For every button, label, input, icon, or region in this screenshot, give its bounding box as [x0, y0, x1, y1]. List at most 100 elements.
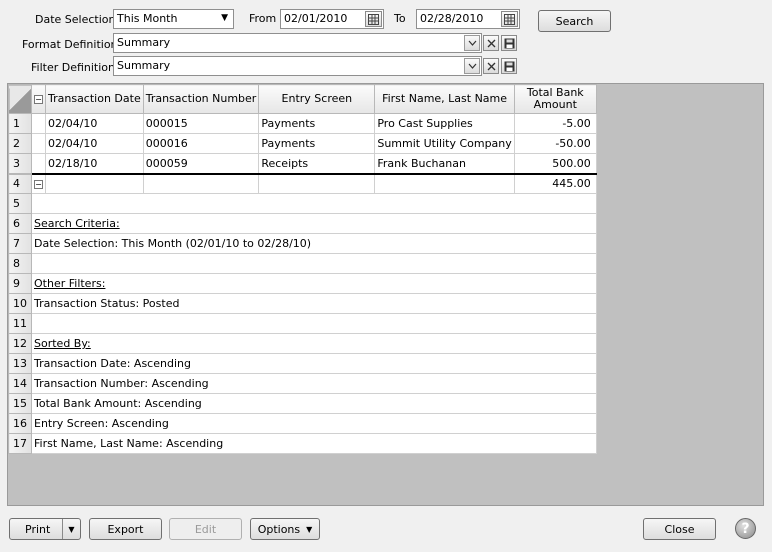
total-empty-cell[interactable]	[142, 172, 260, 194]
cell-name[interactable]: Summit Utility Company	[374, 133, 515, 154]
row-number[interactable]: 11	[8, 313, 32, 334]
header-transaction-number[interactable]: Transaction Number	[142, 84, 260, 114]
close-icon[interactable]	[483, 58, 499, 74]
help-icon[interactable]: ?	[735, 518, 756, 539]
row-number[interactable]: 17	[8, 433, 32, 454]
total-row[interactable]: 4 − 445.00	[8, 172, 597, 194]
cell-entry-screen[interactable]: Receipts	[258, 153, 376, 174]
options-button[interactable]: Options ▼	[250, 518, 320, 540]
table-row[interactable]: 1 02/04/10 000015 Payments Pro Cast Supp…	[8, 113, 597, 134]
info-row[interactable]: 17 First Name, Last Name: Ascending	[8, 433, 597, 454]
info-row[interactable]: 7 Date Selection: This Month (02/01/10 t…	[8, 233, 597, 254]
info-row[interactable]: 10 Transaction Status: Posted	[8, 293, 597, 314]
row-number[interactable]: 16	[8, 413, 32, 434]
edit-button[interactable]: Edit	[169, 518, 242, 540]
info-row[interactable]: 16 Entry Screen: Ascending	[8, 413, 597, 434]
cell-name[interactable]: Pro Cast Supplies	[374, 113, 515, 134]
info-cell[interactable]: Entry Screen: Ascending	[31, 413, 597, 434]
cell-total-bank-amount[interactable]: -50.00	[513, 133, 597, 154]
cell-transaction-date[interactable]: 02/04/10	[45, 133, 144, 154]
info-cell[interactable]: Total Bank Amount: Ascending	[31, 393, 597, 414]
info-row[interactable]: 8	[8, 253, 597, 274]
calendar-icon[interactable]	[365, 11, 382, 27]
chevron-down-icon[interactable]	[464, 58, 480, 74]
info-row[interactable]: 11	[8, 313, 597, 334]
other-filters-heading[interactable]: Other Filters:	[31, 273, 597, 294]
info-row[interactable]: 14 Transaction Number: Ascending	[8, 373, 597, 394]
row-number[interactable]: 6	[8, 213, 32, 234]
info-row[interactable]: 6 Search Criteria:	[8, 213, 597, 234]
info-cell[interactable]	[31, 313, 597, 334]
table-row[interactable]: 3 02/18/10 000059 Receipts Frank Buchana…	[8, 153, 597, 174]
minus-icon[interactable]: −	[31, 172, 46, 194]
grid-corner[interactable]	[8, 84, 32, 114]
header-first-last-name[interactable]: First Name, Last Name	[374, 84, 515, 114]
export-button[interactable]: Export	[89, 518, 162, 540]
row-number[interactable]: 1	[8, 113, 32, 134]
row-number[interactable]: 10	[8, 293, 32, 314]
row-number[interactable]: 15	[8, 393, 32, 414]
row-number[interactable]: 9	[8, 273, 32, 294]
total-empty-cell[interactable]	[374, 172, 515, 194]
format-definition-select[interactable]: Summary	[113, 33, 482, 53]
cell-transaction-number[interactable]: 000016	[142, 133, 260, 154]
info-cell[interactable]: Transaction Number: Ascending	[31, 373, 597, 394]
header-entry-screen[interactable]: Entry Screen	[258, 84, 376, 114]
total-empty-cell[interactable]	[45, 172, 144, 194]
cell-entry-screen[interactable]: Payments	[258, 133, 376, 154]
row-number[interactable]: 3	[8, 153, 32, 174]
row-number[interactable]: 8	[8, 253, 32, 274]
row-number[interactable]: 13	[8, 353, 32, 374]
table-row[interactable]: 2 02/04/10 000016 Payments Summit Utilit…	[8, 133, 597, 154]
chevron-down-icon[interactable]: ▼	[221, 13, 228, 23]
header-total-bank-amount[interactable]: Total Bank Amount	[513, 84, 597, 114]
info-cell[interactable]: Transaction Date: Ascending	[31, 353, 597, 374]
format-definition-label: Format Definition	[22, 38, 118, 51]
close-icon[interactable]	[483, 35, 499, 51]
calendar-icon[interactable]	[501, 11, 518, 27]
cell-name[interactable]: Frank Buchanan	[374, 153, 515, 174]
cell-total-bank-amount[interactable]: -5.00	[513, 113, 597, 134]
row-number[interactable]: 14	[8, 373, 32, 394]
total-empty-cell[interactable]	[258, 172, 376, 194]
print-label: Print	[25, 522, 51, 536]
indent-cell	[31, 113, 46, 134]
info-cell[interactable]: Date Selection: This Month (02/01/10 to …	[31, 233, 597, 254]
info-cell[interactable]: Transaction Status: Posted	[31, 293, 597, 314]
close-button[interactable]: Close	[643, 518, 716, 540]
to-date-field[interactable]: 02/28/2010	[416, 9, 520, 29]
info-row[interactable]: 13 Transaction Date: Ascending	[8, 353, 597, 374]
header-transaction-date[interactable]: Transaction Date	[45, 84, 144, 114]
info-cell[interactable]	[31, 253, 597, 274]
cell-total-bank-amount[interactable]: 500.00	[513, 153, 597, 174]
row-number[interactable]: 7	[8, 233, 32, 254]
save-icon[interactable]	[501, 35, 517, 51]
info-row[interactable]: 9 Other Filters:	[8, 273, 597, 294]
row-number[interactable]: 12	[8, 333, 32, 354]
sorted-by-heading[interactable]: Sorted By:	[31, 333, 597, 354]
total-bank-amount-sum[interactable]: 445.00	[513, 172, 597, 194]
save-icon[interactable]	[501, 58, 517, 74]
cell-transaction-number[interactable]: 000059	[142, 153, 260, 174]
cell-transaction-date[interactable]: 02/18/10	[45, 153, 144, 174]
cell-entry-screen[interactable]: Payments	[258, 113, 376, 134]
minus-icon[interactable]: −	[31, 84, 46, 114]
info-row[interactable]: 15 Total Bank Amount: Ascending	[8, 393, 597, 414]
date-selection-select[interactable]: This Month ▼	[113, 9, 234, 29]
from-date-field[interactable]: 02/01/2010	[280, 9, 384, 29]
chevron-down-icon[interactable]: ▼	[62, 519, 80, 539]
chevron-down-icon[interactable]	[464, 35, 480, 51]
row-number[interactable]: 2	[8, 133, 32, 154]
search-criteria-heading[interactable]: Search Criteria:	[31, 213, 597, 234]
cell-transaction-date[interactable]: 02/04/10	[45, 113, 144, 134]
cell-transaction-number[interactable]: 000015	[142, 113, 260, 134]
row-number[interactable]: 4	[8, 172, 32, 194]
print-button[interactable]: Print ▼	[9, 518, 81, 540]
info-row[interactable]: 5	[8, 193, 597, 214]
row-number[interactable]: 5	[8, 193, 32, 214]
filter-definition-select[interactable]: Summary	[113, 56, 482, 76]
info-cell[interactable]	[31, 193, 597, 214]
search-button[interactable]: Search	[538, 10, 611, 32]
info-row[interactable]: 12 Sorted By:	[8, 333, 597, 354]
info-cell[interactable]: First Name, Last Name: Ascending	[31, 433, 597, 454]
